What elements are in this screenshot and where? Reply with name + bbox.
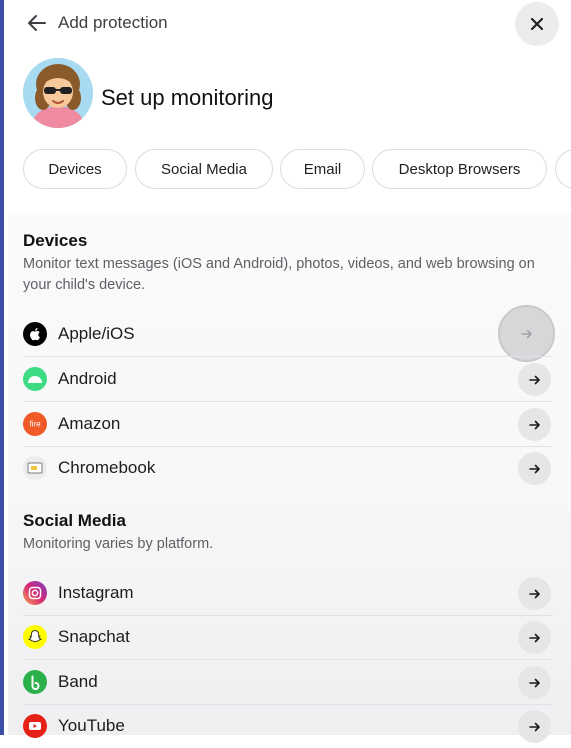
list-item-label: YouTube <box>58 716 125 735</box>
arrow-right-icon <box>528 420 540 429</box>
back-label[interactable]: Add protection <box>58 13 168 33</box>
list-item-label: Apple/iOS <box>58 324 135 343</box>
avatar <box>23 58 93 128</box>
arrow-button[interactable] <box>518 666 551 699</box>
section-desc-devices: Monitor text messages (iOS and Android),… <box>23 256 535 293</box>
list-item-chromebook[interactable]: Chromebook <box>23 446 551 490</box>
top-bar: Add protection <box>0 0 571 48</box>
tab-devices[interactable]: Devices <box>23 149 127 189</box>
list-item-android[interactable]: Android <box>23 357 551 401</box>
list-item-youtube[interactable]: YouTube <box>23 704 551 748</box>
list-item-label: Android <box>58 369 117 388</box>
amazon-fire-icon: fire <box>23 412 47 436</box>
arrow-button[interactable] <box>518 452 551 485</box>
svg-text:fire: fire <box>29 420 41 429</box>
arrow-right-icon <box>528 633 540 642</box>
list-item-instagram[interactable]: Instagram <box>23 571 551 615</box>
arrow-button[interactable] <box>518 710 551 743</box>
tab-more-partial[interactable] <box>555 149 571 189</box>
apple-icon <box>23 322 47 346</box>
tab-desktop-browsers[interactable]: Desktop Browsers <box>372 149 547 189</box>
instagram-icon <box>23 581 47 605</box>
window-left-border <box>0 0 4 735</box>
arrow-right-icon <box>528 722 540 731</box>
list-item-label: Chromebook <box>58 458 156 477</box>
arrow-button[interactable] <box>518 363 551 396</box>
close-icon <box>530 17 544 31</box>
arrow-right-icon <box>528 464 540 473</box>
list-item-label: Amazon <box>58 414 121 433</box>
list-item-label: Snapchat <box>58 627 130 646</box>
section-title-devices: Devices <box>23 231 88 250</box>
list-item-apple-ios[interactable]: Apple/iOS <box>23 305 555 362</box>
list-item-label: Instagram <box>58 583 134 602</box>
list-item-band[interactable]: Band <box>23 660 551 704</box>
arrow-button-pressed[interactable] <box>498 305 555 362</box>
chromebook-icon <box>23 456 47 480</box>
arrow-button[interactable] <box>518 577 551 610</box>
list-item-amazon[interactable]: fire Amazon <box>23 402 551 446</box>
arrow-button[interactable] <box>518 408 551 441</box>
android-icon <box>23 367 47 391</box>
list-item-snapchat[interactable]: Snapchat <box>23 615 551 659</box>
band-icon <box>23 670 47 694</box>
section-title-social-media: Social Media <box>23 511 126 530</box>
close-button[interactable] <box>515 2 559 46</box>
arrow-right-icon <box>528 678 540 687</box>
snapchat-icon <box>23 625 47 649</box>
child-avatar-icon <box>23 58 93 128</box>
youtube-icon <box>23 714 47 738</box>
arrow-button[interactable] <box>518 621 551 654</box>
back-arrow-icon[interactable] <box>26 12 48 34</box>
tab-social-media[interactable]: Social Media <box>135 149 273 189</box>
list-item-label: Band <box>58 672 98 691</box>
arrow-right-icon <box>520 329 532 338</box>
page-title: Set up monitoring <box>101 85 274 110</box>
section-desc-social-media: Monitoring varies by platform. <box>23 536 214 552</box>
arrow-right-icon <box>528 375 540 384</box>
tab-email[interactable]: Email <box>280 149 365 189</box>
arrow-right-icon <box>528 589 540 598</box>
